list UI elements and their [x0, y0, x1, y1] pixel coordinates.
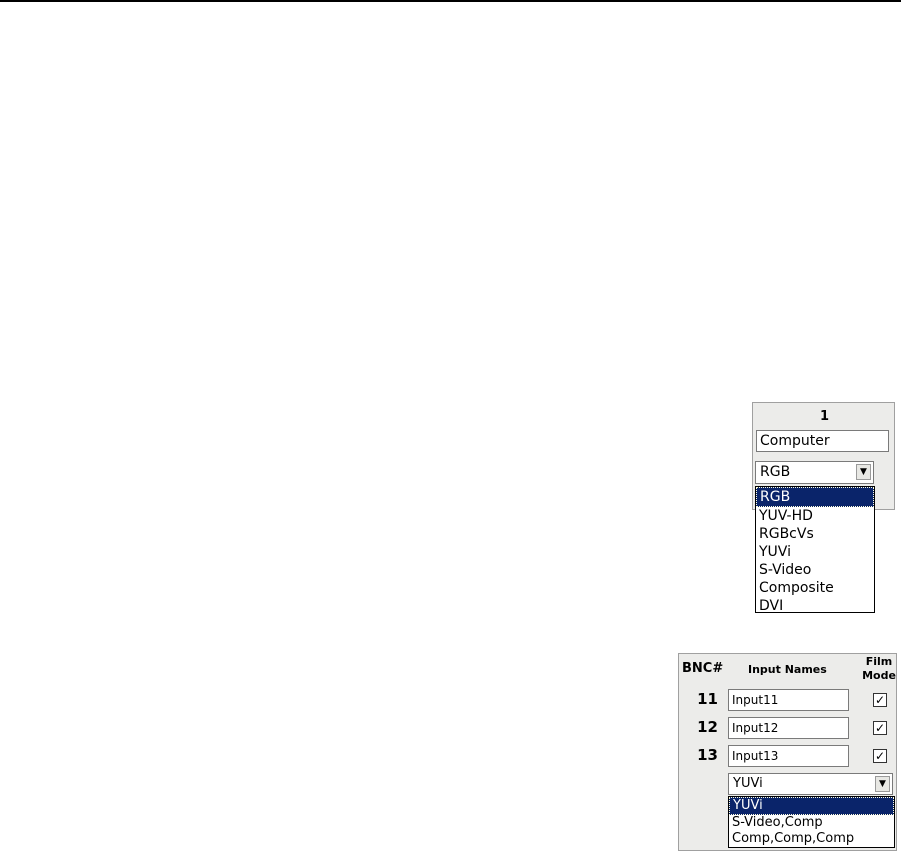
format-option-dvi[interactable]: DVI: [756, 597, 874, 615]
input-name-field-11[interactable]: Input11: [728, 689, 849, 711]
signal-option-yuvi[interactable]: YUVi: [729, 797, 894, 815]
chevron-down-icon[interactable]: ▼: [856, 464, 871, 480]
film-mode-checkbox-12[interactable]: ✓: [873, 721, 887, 735]
signal-option-comp-comp-comp[interactable]: Comp,Comp,Comp: [729, 831, 894, 847]
signal-option-s-video-comp[interactable]: S-Video,Comp: [729, 815, 894, 831]
film-mode-header-line1: Film: [865, 655, 893, 668]
film-mode-checkbox-13[interactable]: ✓: [873, 749, 887, 763]
format-option-s-video[interactable]: S-Video: [756, 561, 874, 579]
bnc-number-12: 12: [697, 718, 718, 736]
bnc-number-13: 13: [697, 746, 718, 764]
film-mode-column-header: Film Mode: [858, 655, 900, 683]
top-divider: [0, 0, 901, 2]
format-option-rgbcvs[interactable]: RGBcVs: [756, 525, 874, 543]
input-number: 1: [819, 409, 830, 424]
input-name-field-12[interactable]: Input12: [728, 717, 849, 739]
signal-format-select-value: YUVi: [733, 776, 763, 791]
format-select-value: RGB: [760, 464, 791, 480]
format-select[interactable]: RGB ▼: [755, 461, 874, 484]
format-dropdown-list: RGB YUV-HD RGBcVs YUVi S-Video Composite…: [755, 486, 875, 615]
bnc-column-header: BNC#: [682, 661, 724, 676]
format-option-yuvi[interactable]: YUVi: [756, 543, 874, 561]
bnc-number-11: 11: [697, 690, 718, 708]
format-option-composite[interactable]: Composite: [756, 579, 874, 597]
signal-format-dropdown-list: YUVi S-Video,Comp Comp,Comp,Comp: [728, 796, 895, 848]
signal-format-select[interactable]: YUVi ▼: [728, 773, 893, 795]
film-mode-header-line2: Mode: [862, 669, 896, 682]
input-name-field-13[interactable]: Input13: [728, 745, 849, 767]
input-names-column-header: Input Names: [748, 663, 827, 676]
format-option-yuv-hd[interactable]: YUV-HD: [756, 507, 874, 525]
chevron-down-icon[interactable]: ▼: [875, 776, 890, 792]
input-name-field[interactable]: Computer: [756, 430, 889, 452]
format-option-rgb[interactable]: RGB: [756, 487, 874, 507]
film-mode-checkbox-11[interactable]: ✓: [873, 693, 887, 707]
